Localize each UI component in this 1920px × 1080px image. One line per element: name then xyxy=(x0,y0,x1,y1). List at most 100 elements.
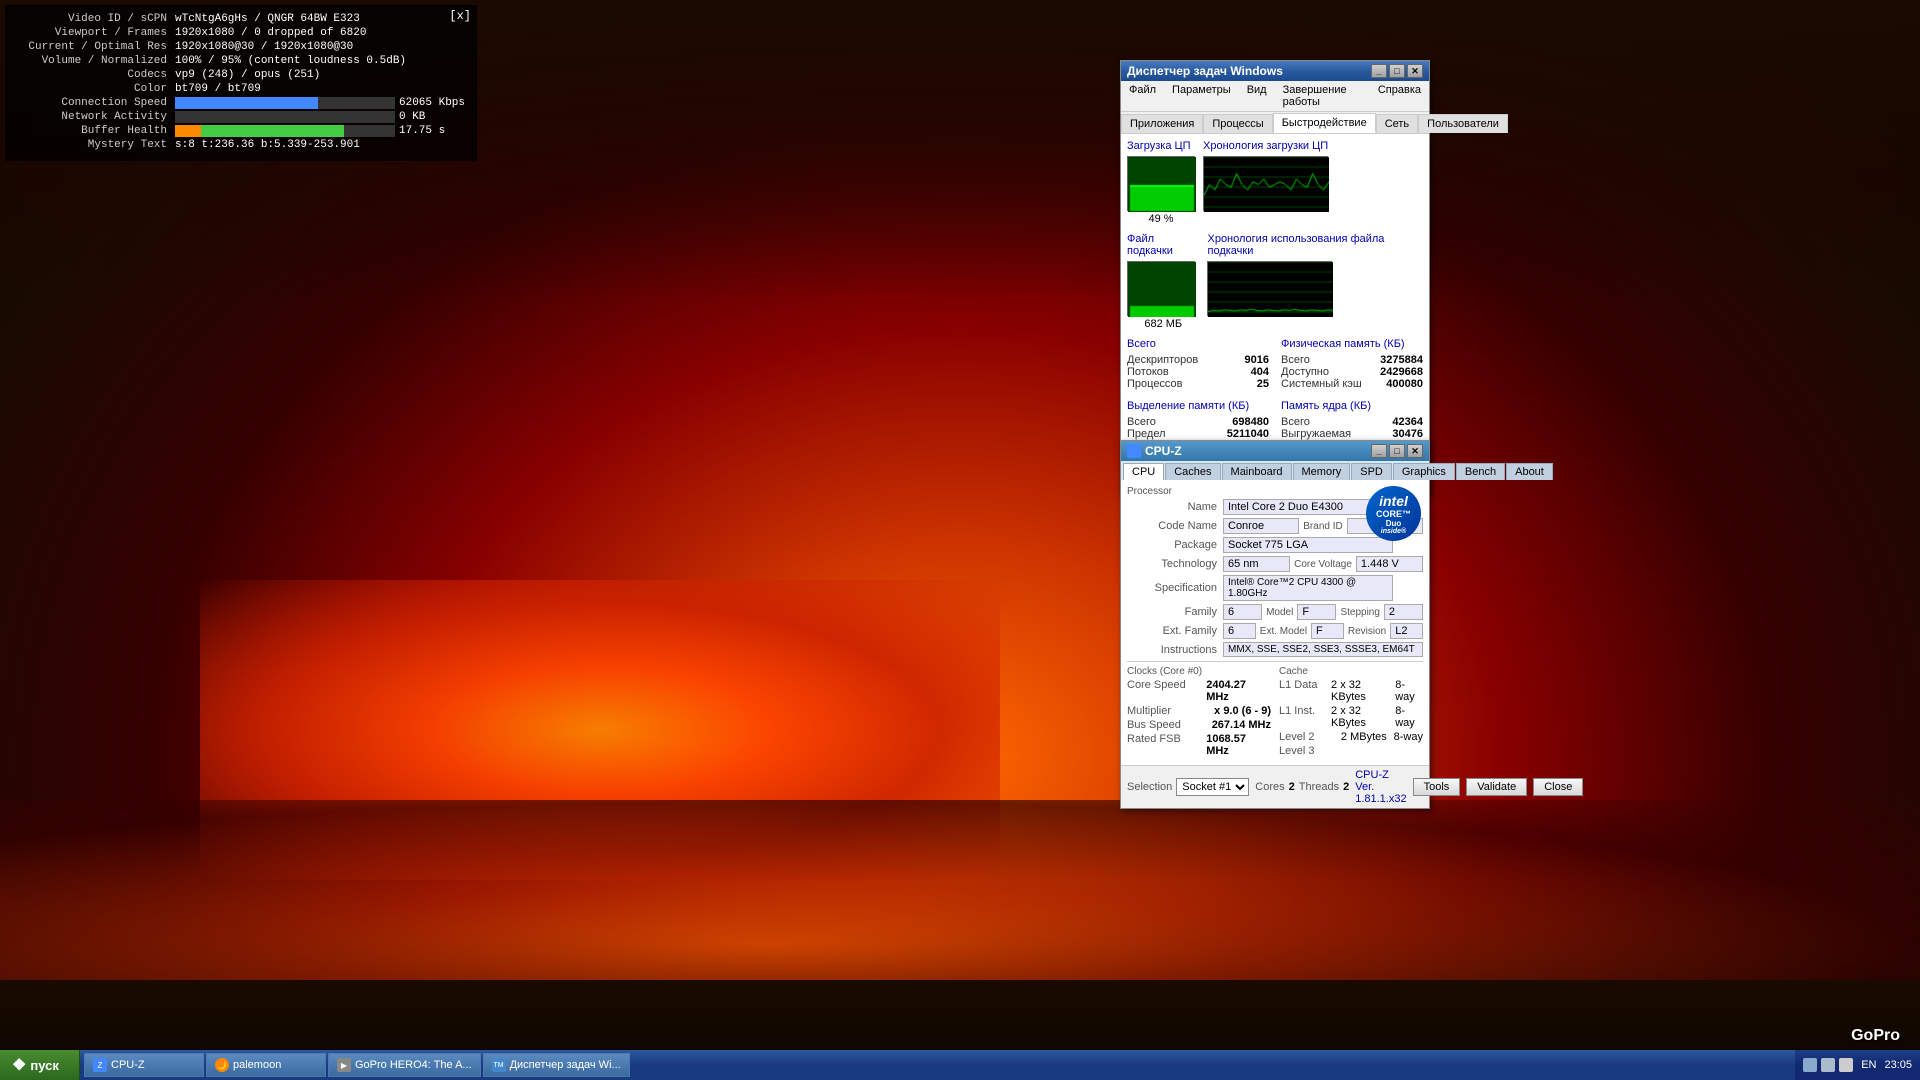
cpuz-taskbar-icon: Z xyxy=(93,1058,107,1072)
cpuz-clocks-section: Clocks (Core #0) Core Speed 2404.27 MHz … xyxy=(1127,666,1271,759)
network-activity-label: Network Activity xyxy=(17,111,167,123)
cpuz-close-btn[interactable]: ✕ xyxy=(1407,444,1423,458)
core-text: CORE™ xyxy=(1376,509,1411,519)
task-manager-restore[interactable]: □ xyxy=(1389,64,1405,78)
gopro-watermark: GoPro xyxy=(1851,1027,1900,1045)
cpuz-selection-dropdown[interactable]: Socket #1 xyxy=(1176,778,1249,796)
cpuz-name-label: Name xyxy=(1127,501,1217,513)
cpuz-revision-value: L2 xyxy=(1390,623,1423,639)
tm-menu-shutdown[interactable]: Завершение работы xyxy=(1279,83,1366,109)
cpuz-level2-value: 2 MBytes xyxy=(1341,731,1387,743)
rock-left xyxy=(0,830,600,1080)
start-button[interactable]: ❖ пуск xyxy=(0,1050,80,1080)
tm-pagefile-graph xyxy=(1127,261,1195,316)
tm-tab-apps[interactable]: Приложения xyxy=(1121,114,1203,133)
buffer-health-bar: 17.75 s xyxy=(175,125,445,137)
cpuz-multiplier-row: Multiplier x 9.0 (6 - 9) xyxy=(1127,705,1271,717)
mystery-text-label: Mystery Text xyxy=(17,139,167,151)
taskbar-app-cpuz[interactable]: Z CPU-Z xyxy=(84,1053,204,1077)
codecs-label: Codecs xyxy=(17,69,167,81)
taskbar-app-palemoon[interactable]: 🌙 palemoon xyxy=(206,1053,326,1077)
cpuz-corevoltage-value: 1.448 V xyxy=(1356,556,1423,572)
cpuz-extfms-values: 6 Ext. Model F Revision L2 xyxy=(1223,623,1423,639)
connection-speed-label: Connection Speed xyxy=(17,97,167,109)
task-manager-minimize[interactable]: _ xyxy=(1371,64,1387,78)
start-icon: ❖ xyxy=(12,1055,26,1075)
tm-pagefile-history-graph xyxy=(1207,261,1332,316)
cpuz-tab-bench[interactable]: Bench xyxy=(1456,463,1505,480)
tm-tab-performance[interactable]: Быстродействие xyxy=(1273,113,1376,133)
tray-icon-1 xyxy=(1803,1058,1817,1072)
mystery-text-value: s:8 t:236.36 b:5.339-253.901 xyxy=(175,139,360,151)
cpuz-stepping-label: Stepping xyxy=(1340,604,1379,620)
tm-phys-total-row: Всего 3275884 xyxy=(1281,354,1423,366)
cpuz-tab-spd[interactable]: SPD xyxy=(1351,463,1392,480)
tm-phys-cache-label: Системный кэш xyxy=(1281,378,1362,390)
tm-cpu-history-title: Хронология загрузки ЦП xyxy=(1203,140,1328,152)
taskmanager-taskbar-icon: TM xyxy=(492,1058,506,1072)
taskbar-app-palemoon-label: palemoon xyxy=(233,1059,281,1071)
video-info-panel: [x] Video ID / sCPN wTcNtgA6gHs / QNGR 6… xyxy=(5,5,477,161)
intel-logo: intel CORE™ Duo inside® xyxy=(1366,486,1421,541)
cpuz-validate-button[interactable]: Validate xyxy=(1466,778,1527,796)
color-label: Color xyxy=(17,83,167,95)
task-manager-titlebar-buttons: _ □ ✕ xyxy=(1371,64,1423,78)
taskbar-app-gopro-label: GoPro HERO4: The A... xyxy=(355,1059,472,1071)
video-info-close[interactable]: [x] xyxy=(449,9,471,23)
cpuz-close-button[interactable]: Close xyxy=(1533,778,1583,796)
tm-phys-total-label: Всего xyxy=(1281,354,1310,366)
task-manager-close[interactable]: ✕ xyxy=(1407,64,1423,78)
cpuz-selection-group: Selection Socket #1 xyxy=(1127,778,1249,796)
tm-tab-users[interactable]: Пользователи xyxy=(1418,114,1508,133)
tm-menu-file[interactable]: Файл xyxy=(1125,83,1160,109)
tm-threads-value: 404 xyxy=(1251,366,1269,378)
tm-tab-processes[interactable]: Процессы xyxy=(1203,114,1272,133)
buffer-health-row: Buffer Health 17.75 s xyxy=(17,125,465,137)
resolution-value: 1920x1080@30 / 1920x1080@30 xyxy=(175,41,353,53)
cpuz-tab-mainboard[interactable]: Mainboard xyxy=(1222,463,1292,480)
cpuz-restore[interactable]: □ xyxy=(1389,444,1405,458)
tm-menu-params[interactable]: Параметры xyxy=(1168,83,1235,109)
tm-cpu-percent: 49 % xyxy=(1127,213,1195,225)
cpuz-corespeed-label: Core Speed xyxy=(1127,679,1206,703)
cpuz-titlebar[interactable]: CPU-Z _ □ ✕ xyxy=(1121,441,1429,461)
buffer-health-label: Buffer Health xyxy=(17,125,167,137)
tm-descriptors-value: 9016 xyxy=(1245,354,1269,366)
tm-descriptors-row: Дескрипторов 9016 xyxy=(1127,354,1269,366)
cpuz-tab-memory[interactable]: Memory xyxy=(1293,463,1351,480)
volume-row: Volume / Normalized 100% / 95% (content … xyxy=(17,55,465,67)
taskbar-tray xyxy=(1803,1058,1853,1072)
tm-pagefile-history-section: Хронология использования файла подкачки xyxy=(1207,233,1423,330)
cpuz-minimize[interactable]: _ xyxy=(1371,444,1387,458)
tm-menu-view[interactable]: Вид xyxy=(1243,83,1271,109)
taskbar-app-taskmanager[interactable]: TM Диспетчер задач Wi... xyxy=(483,1053,630,1077)
cpuz-extfamily-value: 6 xyxy=(1223,623,1256,639)
cpuz-codename-value: Conroe xyxy=(1223,518,1299,534)
taskbar-app-cpuz-label: CPU-Z xyxy=(111,1059,145,1071)
cpuz-version-label: CPU-Z Ver. 1.81.1.x32 xyxy=(1355,769,1406,805)
cpuz-cores-group: Cores 2 Threads 2 xyxy=(1255,781,1349,793)
cpuz-corespeed-row: Core Speed 2404.27 MHz xyxy=(1127,679,1271,703)
tm-menu-help[interactable]: Справка xyxy=(1374,83,1425,109)
tm-tab-network[interactable]: Сеть xyxy=(1376,114,1418,133)
cpuz-level2-ways: 8-way xyxy=(1394,731,1423,743)
cpuz-tabs: CPU Caches Mainboard Memory SPD Graphics… xyxy=(1121,461,1429,480)
cpuz-window: CPU-Z _ □ ✕ CPU Caches Mainboard Memory … xyxy=(1120,440,1430,809)
taskbar-app-taskmanager-label: Диспетчер задач Wi... xyxy=(510,1059,621,1071)
cpuz-cache-title: Cache xyxy=(1279,666,1423,677)
cpuz-tab-cpu[interactable]: CPU xyxy=(1123,463,1164,480)
cpuz-tools-button[interactable]: Tools xyxy=(1413,778,1461,796)
tm-pagefile-mb: 682 МБ xyxy=(1127,318,1199,330)
cpuz-tab-about[interactable]: About xyxy=(1506,463,1553,480)
connection-speed-row: Connection Speed 62065 Kbps xyxy=(17,97,465,109)
tm-processes-value: 25 xyxy=(1257,378,1269,390)
cpuz-stepping-value: 2 xyxy=(1384,604,1423,620)
cpuz-tab-caches[interactable]: Caches xyxy=(1165,463,1220,480)
tm-phys-total-value: 3275884 xyxy=(1380,354,1423,366)
cpuz-tech-pair: 65 nm Core Voltage 1.448 V xyxy=(1223,556,1423,572)
task-manager-titlebar[interactable]: Диспетчер задач Windows _ □ ✕ xyxy=(1121,61,1429,81)
cpuz-tab-graphics[interactable]: Graphics xyxy=(1393,463,1455,480)
connection-speed-bar-fill xyxy=(175,97,318,109)
taskbar-app-gopro[interactable]: ▶ GoPro HERO4: The A... xyxy=(328,1053,481,1077)
tm-commit-limit-row: Предел 5211040 xyxy=(1127,428,1269,440)
